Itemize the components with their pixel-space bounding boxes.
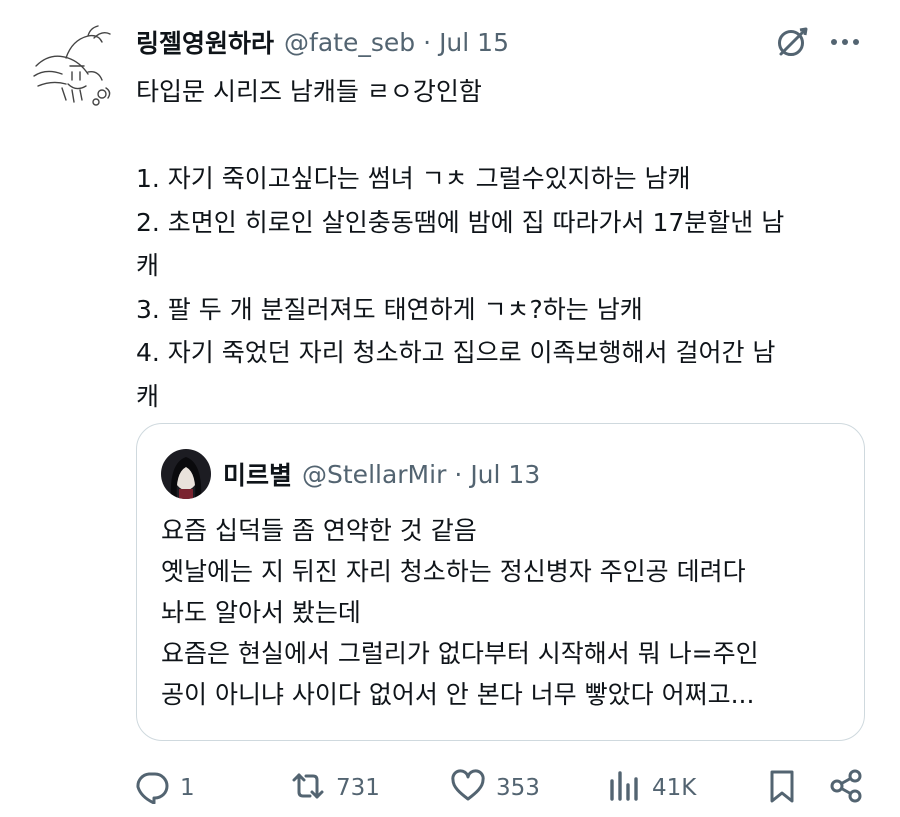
author-handle[interactable]: @fate_seb xyxy=(284,28,415,57)
repost-icon xyxy=(290,768,326,808)
action-bar: 1 731 353 41K xyxy=(0,762,900,814)
post-text: 타입문 시리즈 남캐들 ㄹㅇ강인함 1. 자기 죽이고싶다는 썸녀 ㄱㅊ 그럴수… xyxy=(136,70,862,418)
quoted-text-line: 요즘은 현실에서 그럴리가 없다부터 시작해서 뭐 나=주인 xyxy=(161,639,759,668)
grok-icon[interactable] xyxy=(774,24,810,60)
post-text-line: 2. 초면인 히로인 살인충동땜에 밤에 집 따라가서 17분할낸 남 xyxy=(136,207,785,237)
bookmark-icon xyxy=(764,768,800,808)
quoted-text-line: 옛날에는 지 뒤진 자리 청소하는 정신병자 주인공 데려다 xyxy=(161,557,746,586)
quoted-post-card[interactable]: 미르별 @StellarMir · Jul 13 요즘 십덕들 좀 연약한 것 … xyxy=(136,423,865,741)
post-text-line: 3. 팔 두 개 분질러져도 태연하게 ㄱㅊ?하는 남캐 xyxy=(136,294,643,324)
reply-button[interactable]: 1 xyxy=(134,762,195,814)
like-count: 353 xyxy=(496,775,540,801)
post-header: 링젤영원하라 @fate_seb · Jul 15 xyxy=(136,24,509,60)
like-icon xyxy=(450,768,486,808)
repost-button[interactable]: 731 xyxy=(290,762,380,814)
quoted-text-line: 놔도 알아서 봤는데 xyxy=(161,598,361,627)
post-text-line: 4. 자기 죽었던 자리 청소하고 집으로 이족보행해서 걸어간 남 xyxy=(136,338,776,367)
post-text-line: 캐 xyxy=(136,381,160,411)
post-date[interactable]: Jul 15 xyxy=(439,28,509,57)
quoted-post-header: 미르별 @StellarMir · Jul 13 xyxy=(223,454,540,494)
views-icon xyxy=(606,768,642,808)
quoted-handle: @StellarMir xyxy=(302,459,447,489)
quoted-text-line: 공이 아니냐 사이다 없어서 안 본다 너무 빻았다 어쩌고... xyxy=(161,680,755,709)
like-button[interactable]: 353 xyxy=(450,762,540,814)
share-icon xyxy=(828,768,864,808)
author-display-name[interactable]: 링젤영원하라 xyxy=(136,24,274,60)
share-button[interactable] xyxy=(828,762,864,814)
post-text-line: 캐 xyxy=(136,251,160,280)
view-count: 41K xyxy=(652,775,697,801)
author-avatar[interactable] xyxy=(32,22,118,108)
post-text-line xyxy=(136,114,862,158)
post-text-line: 1. 자기 죽이고싶다는 썸녀 ㄱㅊ 그럴수있지하는 남캐 xyxy=(136,164,691,193)
reply-icon xyxy=(134,768,170,808)
header-separator: · xyxy=(423,27,432,57)
quoted-date: Jul 13 xyxy=(470,459,541,489)
quoted-post-text: 요즘 십덕들 좀 연약한 것 같음 옛날에는 지 뒤진 자리 청소하는 정신병자… xyxy=(161,510,851,715)
quoted-author-avatar xyxy=(161,449,211,499)
reply-count: 1 xyxy=(180,775,195,801)
quoted-text-line: 요즘 십덕들 좀 연약한 것 같음 xyxy=(161,516,477,545)
quoted-display-name: 미르별 xyxy=(223,461,293,490)
repost-count: 731 xyxy=(336,775,380,801)
bookmark-button[interactable] xyxy=(764,762,800,814)
quoted-separator: · xyxy=(454,459,463,489)
avatar-sketch-image xyxy=(33,25,111,106)
post-text-line: 타입문 시리즈 남캐들 ㄹㅇ강인함 xyxy=(136,77,482,106)
more-icon[interactable] xyxy=(828,28,862,56)
views-button[interactable]: 41K xyxy=(606,762,696,814)
